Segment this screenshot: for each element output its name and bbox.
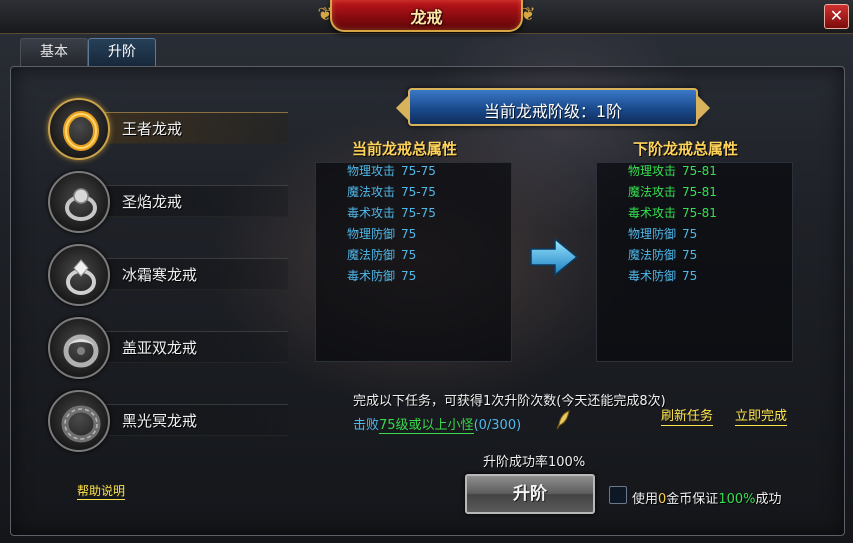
guarantee-middle: 金币保证 (666, 492, 719, 507)
stat-name: 魔法防御 (347, 248, 396, 262)
stat-row: 毒术防御 75 (628, 268, 697, 284)
stat-row: 毒术攻击 75-81 (628, 205, 717, 221)
stat-value: 75 (682, 269, 698, 283)
stat-name: 物理攻击 (347, 164, 396, 178)
finish-now-link[interactable]: 立即完成 (735, 409, 788, 426)
stat-name: 魔法防御 (628, 248, 677, 262)
ring-icon-frame (48, 244, 110, 306)
ring-item-king[interactable]: 王者龙戒 (48, 98, 288, 160)
refresh-task-link[interactable]: 刷新任务 (661, 409, 714, 426)
level-text: 当前龙戒阶级：1阶 (483, 102, 623, 121)
guarantee-prefix: 使用 (632, 492, 659, 507)
ring-icon-frame (48, 171, 110, 233)
dragon-ring-icon (63, 334, 99, 368)
ring-item-dark-light[interactable]: 黑光冥龙戒 (48, 390, 288, 452)
dragon-ring-window: ❦ ❦ 龙戒 ✕ 基本 升阶 王者龙戒 圣焰龙戒 冰霜寒龙戒 盖亚双龙戒 黑光冥… (0, 0, 853, 543)
upgrade-button[interactable]: 升阶 (465, 474, 595, 514)
stat-row: 魔法防御 75 (347, 247, 416, 263)
stat-value: 75 (401, 269, 417, 283)
stat-value: 75-75 (401, 206, 436, 220)
stat-row: 物理防御 75 (347, 226, 416, 242)
stat-name: 毒术攻击 (347, 206, 396, 220)
ring-icon-frame (48, 317, 110, 379)
stat-value: 75-75 (401, 164, 436, 178)
gem-ring-icon (65, 188, 97, 221)
stat-name: 魔法攻击 (347, 185, 396, 199)
stat-value: 75 (682, 248, 698, 262)
ring-item-bar (88, 185, 288, 217)
gold-ring-icon (63, 111, 99, 151)
task-description: 完成以下任务，可获得1次升阶次数(今天还能完成8次) (353, 394, 666, 409)
guarantee-suffix: 成功 (755, 492, 782, 507)
guarantee-label: 使用0金币保证100%成功 (632, 488, 782, 507)
stat-name: 物理防御 (347, 227, 396, 241)
success-rate: 升阶成功率100% (483, 455, 586, 470)
stat-row: 物理防御 75 (628, 226, 697, 242)
next-stats-panel: 物理攻击 75-81 魔法攻击 75-81 毒术攻击 75-81 物理防御 75 魔法防… (596, 162, 793, 362)
stat-name: 物理防御 (628, 227, 677, 241)
ring-item-holy-flame[interactable]: 圣焰龙戒 (48, 171, 288, 233)
stat-value: 75 (401, 248, 417, 262)
ring-icon-frame (48, 98, 110, 160)
stat-row: 魔法防御 75 (628, 247, 697, 263)
ring-item-gaia[interactable]: 盖亚双龙戒 (48, 317, 288, 379)
stat-value: 75-81 (682, 206, 717, 220)
quill-icon[interactable] (555, 410, 571, 430)
help-link[interactable]: 帮助说明 (77, 484, 126, 500)
task-progress: (0/300) (473, 418, 522, 433)
stat-name: 毒术防御 (347, 269, 396, 283)
stat-name: 物理攻击 (628, 164, 677, 178)
current-attributes-title: 当前龙戒总属性 (352, 140, 458, 158)
current-stats-panel: 物理攻击 75-75 魔法攻击 75-75 毒术攻击 75-75 物理防御 75 魔法防… (315, 162, 512, 362)
dark-ring-icon (61, 405, 101, 443)
ring-item-bar (88, 112, 288, 144)
ring-item-frost[interactable]: 冰霜寒龙戒 (48, 244, 288, 306)
stat-row: 物理攻击 75-81 (628, 163, 717, 179)
window-title: 龙戒 (410, 8, 443, 27)
ring-label: 黑光冥龙戒 (122, 412, 198, 430)
task-target-link[interactable]: 75级或以上小怪 (379, 418, 474, 434)
stat-row: 物理攻击 75-75 (347, 163, 436, 179)
tab-basic[interactable]: 基本 (20, 38, 88, 66)
stat-value: 75 (401, 227, 417, 241)
next-attributes-title: 下阶龙戒总属性 (633, 140, 739, 158)
ring-label: 冰霜寒龙戒 (122, 266, 198, 284)
upgrade-arrow-icon (530, 237, 579, 277)
ring-icon-frame (48, 390, 110, 452)
level-banner: 当前龙戒阶级：1阶 (396, 88, 710, 126)
stat-name: 毒术防御 (628, 269, 677, 283)
stat-value: 75 (682, 227, 698, 241)
stat-name: 魔法攻击 (628, 185, 677, 199)
stat-value: 75-81 (682, 164, 717, 178)
guarantee-percent: 100% (718, 492, 756, 507)
ring-label: 王者龙戒 (122, 120, 183, 138)
stat-value: 75-75 (401, 185, 436, 199)
tab-upgrade[interactable]: 升阶 (88, 38, 156, 66)
stat-row: 毒术攻击 75-75 (347, 205, 436, 221)
stat-row: 魔法攻击 75-75 (347, 184, 436, 200)
task-prefix: 击败 (353, 418, 380, 433)
stat-row: 魔法攻击 75-81 (628, 184, 717, 200)
stat-name: 毒术攻击 (628, 206, 677, 220)
stat-row: 毒术防御 75 (347, 268, 416, 284)
close-button[interactable]: ✕ (824, 4, 849, 29)
stat-value: 75-81 (682, 185, 717, 199)
ring-label: 盖亚双龙戒 (122, 339, 198, 357)
task-objective: 击败75级或以上小怪(0/300) (353, 414, 522, 434)
diamond-ring-icon (66, 259, 96, 295)
ring-label: 圣焰龙戒 (122, 193, 183, 211)
guarantee-checkbox[interactable] (609, 486, 627, 504)
